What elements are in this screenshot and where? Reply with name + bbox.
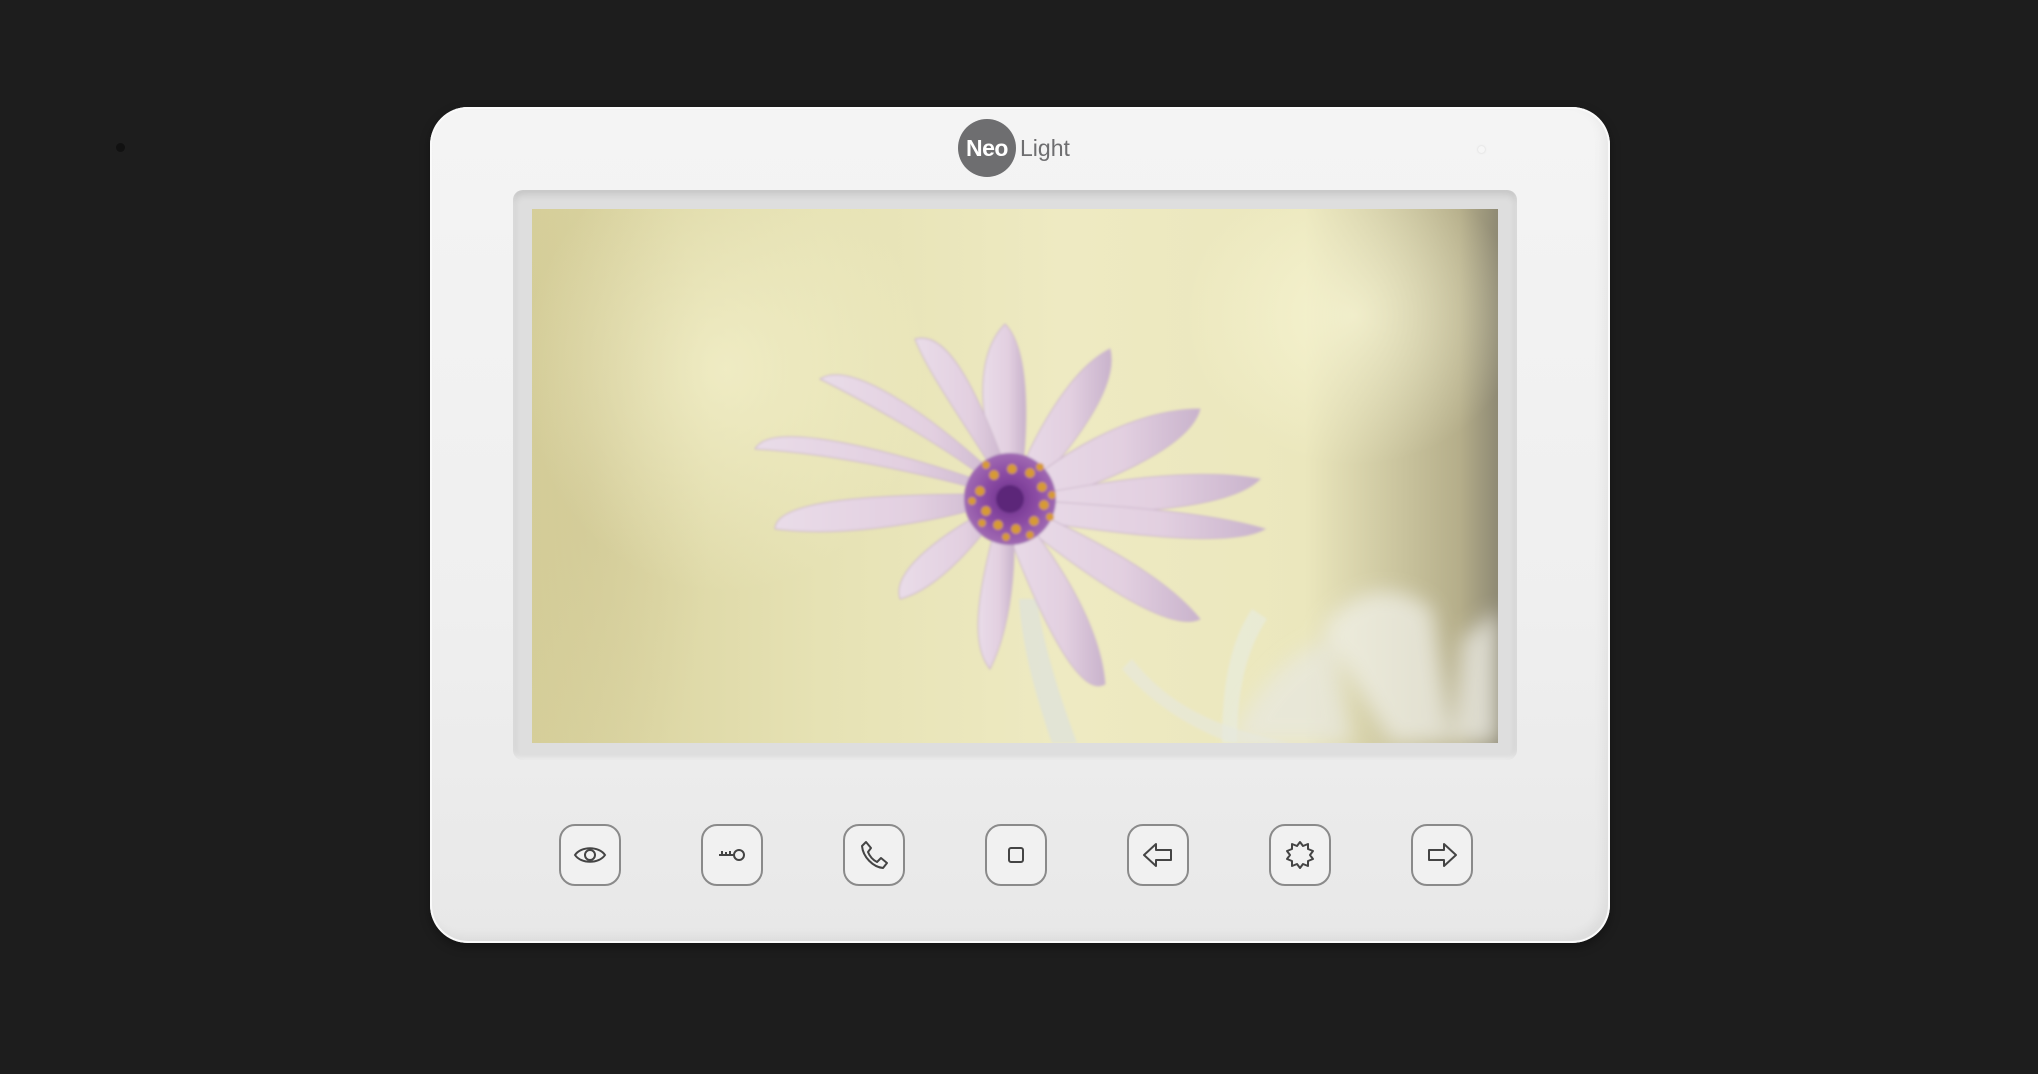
control-button-row xyxy=(559,824,1475,888)
arrow-left-icon xyxy=(1143,843,1172,867)
stop-button[interactable] xyxy=(985,824,1047,886)
status-led xyxy=(1478,146,1485,153)
previous-button[interactable] xyxy=(1127,824,1189,886)
unlock-button[interactable] xyxy=(701,824,763,886)
logo-text-neo: Neo xyxy=(966,134,1008,161)
logo-badge: Neo xyxy=(958,119,1016,177)
key-icon xyxy=(719,849,745,861)
display-screen xyxy=(532,209,1498,743)
logo-text-light: Light xyxy=(1020,134,1070,161)
camera-sensor xyxy=(116,143,125,152)
monitor-button[interactable] xyxy=(559,824,621,886)
stop-square-icon xyxy=(1008,847,1024,863)
gear-icon xyxy=(1286,841,1314,869)
eye-icon xyxy=(573,847,607,863)
phone-icon xyxy=(861,841,888,869)
call-button[interactable] xyxy=(843,824,905,886)
arrow-right-icon xyxy=(1428,843,1457,867)
next-button[interactable] xyxy=(1411,824,1473,886)
flower-image xyxy=(754,323,1498,743)
brand-logo: Neo Light xyxy=(958,118,1070,178)
settings-button[interactable] xyxy=(1269,824,1331,886)
